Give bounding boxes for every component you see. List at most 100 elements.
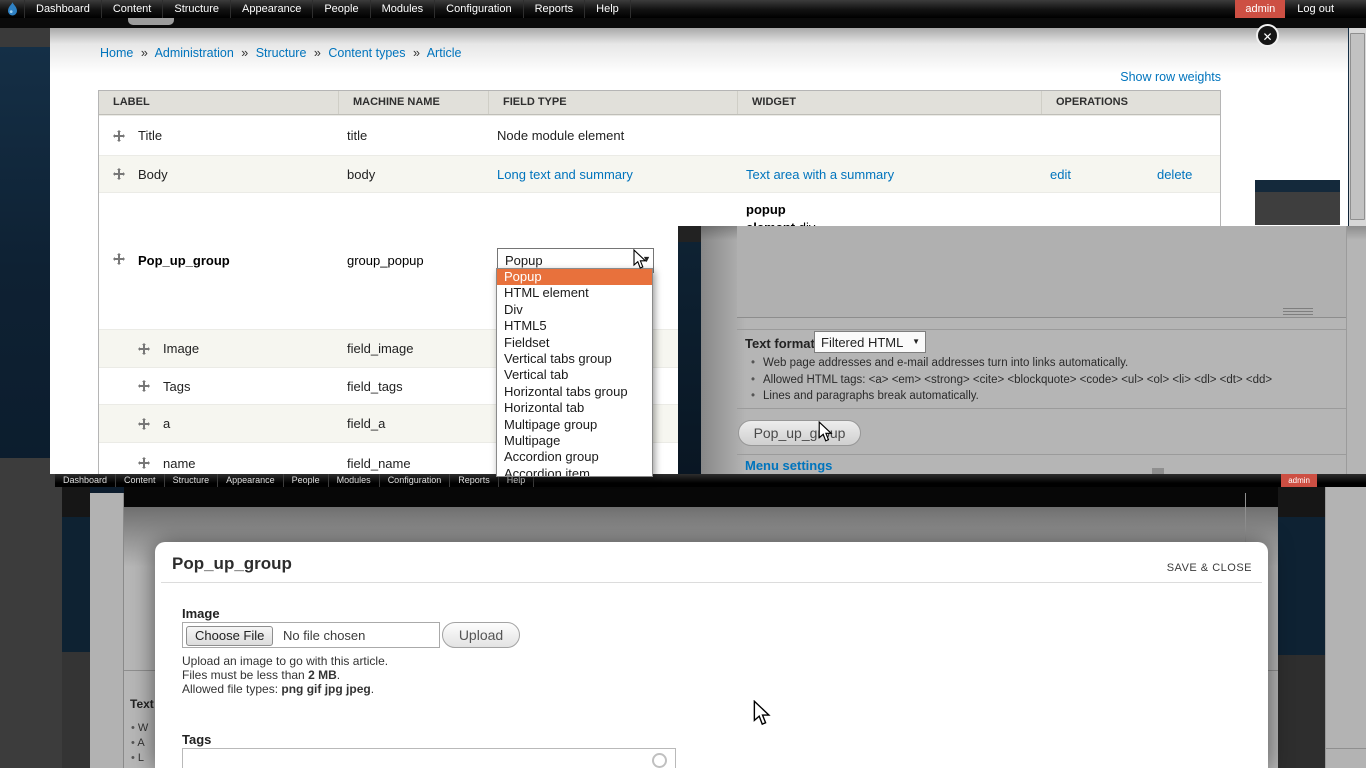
- choose-file-button[interactable]: Choose File: [186, 626, 274, 646]
- breadcrumb-separator: »: [313, 46, 321, 60]
- preview-admin-badge[interactable]: admin: [1281, 474, 1317, 487]
- preview-tip-fragment: W: [131, 722, 148, 734]
- filter-tip: Lines and paragraphs break automatically…: [751, 390, 1272, 402]
- field-machine-name: field_image: [347, 341, 414, 356]
- format-select-dropdown: Popup HTML element Div HTML5 Fieldset Ve…: [496, 268, 653, 477]
- dropdown-option-horizontal-tabs-group[interactable]: Horizontal tabs group: [497, 384, 652, 400]
- scrollbar-thumb[interactable]: [1350, 33, 1365, 220]
- dropdown-option-horizontal-tab[interactable]: Horizontal tab: [497, 400, 652, 416]
- toolbar-item-configuration[interactable]: Configuration: [435, 0, 524, 18]
- preview-tip-fragment: A: [131, 737, 144, 749]
- show-row-weights-link[interactable]: Show row weights: [1000, 70, 1221, 84]
- preview-left-strip: [62, 652, 90, 768]
- edit-link[interactable]: edit: [1050, 167, 1071, 182]
- drag-handle-icon[interactable]: [138, 417, 150, 430]
- dropdown-option-html-element[interactable]: HTML element: [497, 285, 652, 301]
- select-value: Popup: [505, 253, 543, 268]
- filter-tip: Web page addresses and e-mail addresses …: [751, 357, 1272, 369]
- toolbar-drawer-tab[interactable]: [128, 18, 174, 25]
- show-row-weights-label[interactable]: Show row weights: [1120, 70, 1221, 84]
- field-machine-name: field_name: [347, 455, 411, 471]
- field-machine-name: group_popup: [347, 253, 424, 268]
- window-gap: [678, 226, 701, 242]
- body-textarea[interactable]: [737, 226, 1346, 318]
- pop-up-group-button[interactable]: Pop_up_group: [738, 420, 861, 446]
- preview-toolbar-item-appearance[interactable]: Appearance: [218, 474, 284, 487]
- breadcrumb-separator: »: [412, 46, 420, 60]
- dropdown-option-html5[interactable]: HTML5: [497, 318, 652, 334]
- toolbar-shadow-strip: [0, 18, 1366, 28]
- close-icon[interactable]: ✕: [1256, 24, 1279, 47]
- image-field-label: Image: [182, 606, 220, 621]
- field-type-link[interactable]: Long text and summary: [497, 167, 633, 182]
- drag-handle-icon[interactable]: [138, 342, 150, 355]
- column-header-machine-name: MACHINE NAME: [339, 91, 489, 114]
- save-and-close-button[interactable]: SAVE & CLOSE: [1167, 562, 1252, 574]
- preview-toolbar-item-content[interactable]: Content: [116, 474, 165, 487]
- dropdown-option-multipage-group[interactable]: Multipage group: [497, 417, 652, 433]
- breadcrumb-link-content-types[interactable]: Content types: [328, 46, 405, 60]
- field-label: name: [163, 455, 196, 471]
- drag-handle-icon[interactable]: [113, 168, 125, 180]
- dropdown-option-fieldset[interactable]: Fieldset: [497, 335, 652, 351]
- image-field-description: Upload an image to go with this article.: [182, 654, 389, 668]
- toolbar-item-appearance[interactable]: Appearance: [231, 0, 314, 18]
- breadcrumb-link-home[interactable]: Home: [100, 46, 133, 60]
- breadcrumb-link-structure[interactable]: Structure: [256, 46, 307, 60]
- divider: [737, 329, 1346, 330]
- toolbar-item-reports[interactable]: Reports: [524, 0, 586, 18]
- fields-table-header: LABEL MACHINE NAME FIELD TYPE WIDGET OPE…: [99, 91, 1220, 115]
- widget-link[interactable]: Text area with a summary: [746, 167, 894, 182]
- logout-link[interactable]: Log out: [1285, 0, 1346, 18]
- toolbar-item-dashboard[interactable]: Dashboard: [25, 0, 102, 18]
- preview-toolbar-item-configuration[interactable]: Configuration: [380, 474, 451, 487]
- upload-button[interactable]: Upload: [442, 622, 520, 648]
- file-input[interactable]: Choose File No file chosen: [182, 622, 440, 648]
- select-arrow-icon[interactable]: ▼: [642, 254, 651, 264]
- drag-handle-icon[interactable]: [113, 253, 125, 265]
- breadcrumb: Home » Administration » Structure » Cont…: [100, 46, 461, 60]
- article-edit-form-window: Text format Filtered HTML ▼ Web page add…: [701, 226, 1366, 477]
- toolbar-item-content[interactable]: Content: [102, 0, 164, 18]
- drag-handle-icon[interactable]: [138, 457, 150, 469]
- dropdown-option-div[interactable]: Div: [497, 302, 652, 318]
- table-row-body: Body body Long text and summary Text are…: [99, 155, 1220, 192]
- preview-toolbar-item-people[interactable]: People: [284, 474, 329, 487]
- file-types-description: Allowed file types: png gif jpg jpeg.: [182, 682, 374, 696]
- delete-link[interactable]: delete: [1157, 167, 1192, 182]
- background-block-top-left: [0, 28, 50, 47]
- toolbar-item-modules[interactable]: Modules: [371, 0, 436, 18]
- breadcrumb-link-administration[interactable]: Administration: [155, 46, 234, 60]
- preview-admin-toolbar: Dashboard Content Structure Appearance P…: [55, 474, 1366, 487]
- textarea-resize-handle[interactable]: [1283, 308, 1313, 317]
- select-arrow-icon: ▼: [912, 337, 920, 346]
- field-machine-name: title: [347, 128, 368, 143]
- field-label: Image: [163, 341, 200, 356]
- toolbar-item-structure[interactable]: Structure: [163, 0, 231, 18]
- dropdown-option-vertical-tabs-group[interactable]: Vertical tabs group: [497, 351, 652, 367]
- text-format-select[interactable]: Filtered HTML ▼: [814, 331, 926, 353]
- dropdown-option-accordion-group[interactable]: Accordion group: [497, 449, 652, 465]
- preview-tip-fragment: L: [131, 752, 144, 764]
- dropdown-option-accordion-item[interactable]: Accordion item: [497, 466, 652, 476]
- background-window-fragment: [1255, 180, 1340, 192]
- menu-settings-link[interactable]: Menu settings: [745, 458, 832, 473]
- autocomplete-throbber-icon: [652, 753, 667, 768]
- field-label: Pop_up_group: [138, 253, 230, 268]
- preview-toolbar-item-modules[interactable]: Modules: [329, 474, 380, 487]
- admin-user-badge[interactable]: admin: [1235, 0, 1286, 18]
- drag-handle-icon[interactable]: [138, 380, 150, 392]
- dropdown-option-popup[interactable]: Popup: [497, 269, 652, 286]
- drupal-logo-icon[interactable]: [0, 0, 25, 18]
- toolbar-item-help[interactable]: Help: [585, 0, 631, 18]
- drag-handle-icon[interactable]: [113, 129, 125, 142]
- preview-toolbar-item-dashboard[interactable]: Dashboard: [55, 474, 117, 487]
- preview-toolbar-item-reports[interactable]: Reports: [450, 474, 499, 487]
- dropdown-option-vertical-tab[interactable]: Vertical tab: [497, 367, 652, 383]
- breadcrumb-link-article[interactable]: Article: [427, 46, 462, 60]
- tags-autocomplete-input[interactable]: [182, 748, 676, 768]
- dropdown-option-multipage[interactable]: Multipage: [497, 433, 652, 449]
- scrollbar[interactable]: ▲: [1349, 0, 1366, 226]
- preview-toolbar-item-structure[interactable]: Structure: [165, 474, 219, 487]
- toolbar-item-people[interactable]: People: [313, 0, 371, 18]
